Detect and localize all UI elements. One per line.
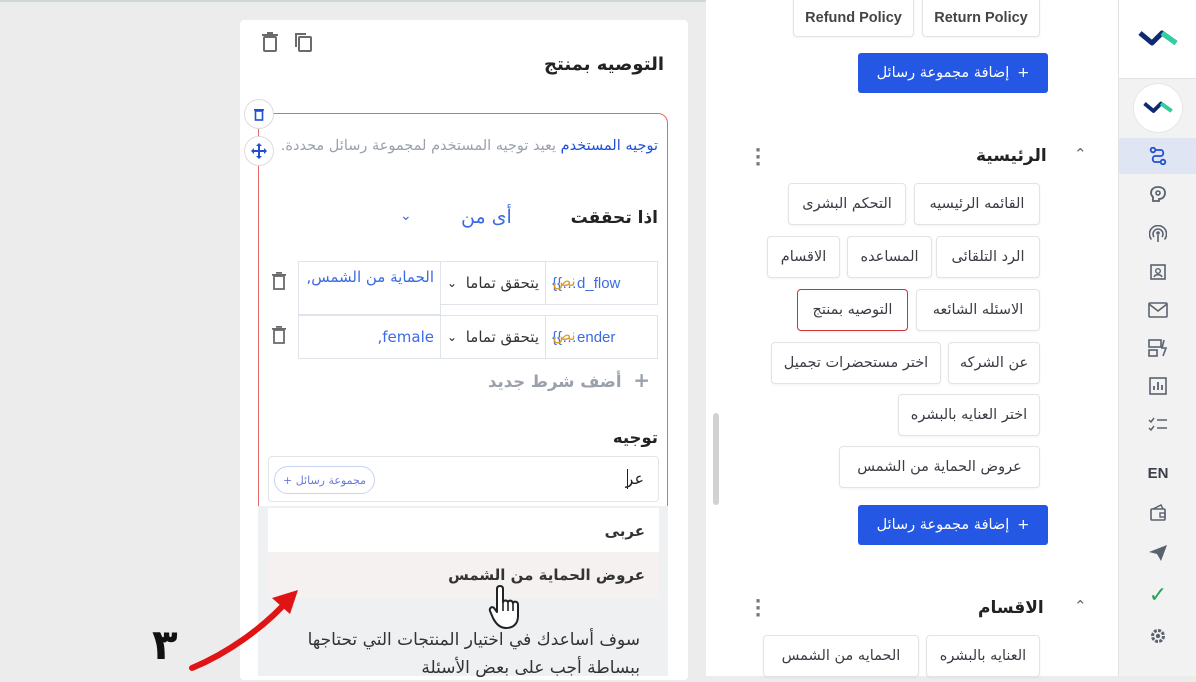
menu-chip[interactable]: التحكم البشرى bbox=[788, 183, 906, 225]
chevron-up-icon[interactable]: ⌃ bbox=[1074, 145, 1087, 163]
menu-chip[interactable]: الاسئله الشائعه bbox=[916, 289, 1040, 331]
delete-condition-icon[interactable] bbox=[272, 326, 286, 349]
plus-icon: + bbox=[1017, 65, 1030, 81]
brain-icon[interactable] bbox=[1119, 176, 1196, 212]
wallet-icon[interactable] bbox=[1119, 495, 1196, 531]
suggestion-item-hovered[interactable]: عروض الحماية من الشمس bbox=[268, 552, 659, 598]
kebab-menu-icon[interactable]: · · · bbox=[754, 593, 762, 625]
redirect-input[interactable]: + مجموعة رسائل عر bbox=[268, 456, 659, 502]
menu-chip[interactable]: الرد التلقائى bbox=[936, 236, 1040, 278]
menu-chip[interactable]: الحمايه من الشمس bbox=[763, 635, 919, 677]
delete-block-icon[interactable] bbox=[244, 99, 274, 129]
chevron-up-icon[interactable]: ⌃ bbox=[1074, 597, 1087, 615]
duplicate-node-icon[interactable] bbox=[294, 32, 312, 57]
annotation-step-number: ٣ bbox=[152, 620, 178, 669]
avatar[interactable] bbox=[1134, 84, 1182, 132]
condition-operator-select[interactable]: ⌄ يتحقق تماما bbox=[440, 315, 546, 359]
menu-chip[interactable]: المساعده bbox=[847, 236, 932, 278]
contact-card-icon[interactable] bbox=[1119, 254, 1196, 290]
check-icon[interactable]: ✓ bbox=[1119, 577, 1196, 613]
add-group-label: إضافة مجموعة رسائل bbox=[876, 65, 1010, 81]
hand-pointer-icon bbox=[488, 584, 526, 634]
send-icon[interactable] bbox=[1119, 535, 1196, 571]
menu-chip[interactable]: الاقسام bbox=[767, 236, 840, 278]
text-caret bbox=[627, 469, 628, 489]
variable-type-tag: نص bbox=[553, 272, 576, 290]
condition-value-field[interactable]: female, bbox=[298, 315, 441, 359]
checklist-icon[interactable] bbox=[1119, 406, 1196, 442]
form-icon[interactable] bbox=[1119, 330, 1196, 366]
chevron-down-icon: ⌄ bbox=[447, 276, 458, 290]
suggestion-item[interactable]: عربى bbox=[268, 508, 659, 554]
node-title: التوصيه بمنتج bbox=[544, 54, 664, 75]
operator-text: يتحقق تماما bbox=[465, 274, 539, 292]
kebab-menu-icon[interactable]: · · · bbox=[754, 142, 762, 174]
delete-condition-icon[interactable] bbox=[272, 272, 286, 295]
menu-chip[interactable]: عروض الحماية من الشمس bbox=[839, 446, 1040, 488]
section-title: الرئيسية bbox=[976, 146, 1047, 166]
add-message-group-button[interactable]: إضافة مجموعة رسائل + bbox=[858, 505, 1048, 545]
match-mode-select[interactable]: أى من bbox=[461, 206, 512, 228]
block-description: توجيه المستخدم يعيد توجيه المستخدم لمجمو… bbox=[270, 134, 658, 159]
value-text: الحماية من الشمس, bbox=[306, 268, 434, 286]
add-group-label: إضافة مجموعة رسائل bbox=[876, 517, 1010, 533]
menu-chip[interactable]: اختر العنايه بالبشره bbox=[898, 394, 1040, 436]
menu-chip[interactable]: Refund Policy bbox=[793, 0, 914, 37]
chevron-down-icon[interactable]: ⌄ bbox=[400, 208, 412, 224]
plus-icon: + bbox=[1017, 517, 1030, 533]
add-message-group-button[interactable]: إضافة مجموعة رسائل + bbox=[858, 53, 1048, 93]
annotation-arrow bbox=[186, 588, 306, 676]
mail-icon[interactable] bbox=[1119, 292, 1196, 328]
menu-chip[interactable]: اختر مستحضرات تجميل bbox=[771, 342, 941, 384]
flow-icon[interactable] bbox=[1119, 138, 1196, 174]
gear-icon[interactable] bbox=[1119, 618, 1196, 654]
redirect-label: توجيه bbox=[612, 428, 658, 447]
plus-icon: + bbox=[633, 368, 651, 392]
if-label: اذا تحققت bbox=[570, 208, 658, 228]
message-group-chip[interactable]: + مجموعة رسائل bbox=[274, 466, 375, 494]
menu-chip[interactable]: العنايه بالبشره bbox=[926, 635, 1040, 677]
language-toggle[interactable]: EN bbox=[1119, 455, 1196, 491]
add-condition-button[interactable]: أضف شرط جديد + bbox=[488, 368, 650, 392]
broadcast-icon[interactable] bbox=[1119, 216, 1196, 252]
description-text: يعيد توجيه المستخدم لمجموعة رسائل محددة. bbox=[280, 138, 561, 154]
condition-value-field[interactable]: الحماية من الشمس, bbox=[298, 261, 441, 315]
menu-chip[interactable]: عن الشركه bbox=[948, 342, 1040, 384]
message-preview-text: سوف أساعدك في اختيار المنتجات التي تحتاج… bbox=[307, 630, 640, 678]
suggestions-dropdown: عربى عروض الحماية من الشمس سوف أساعدك في… bbox=[258, 506, 668, 678]
menus-panel bbox=[706, 0, 1118, 676]
variable-type-tag: نص bbox=[553, 326, 576, 344]
add-condition-label: أضف شرط جديد bbox=[488, 372, 622, 391]
section-title: الاقسام bbox=[978, 598, 1044, 618]
delete-node-icon[interactable] bbox=[262, 32, 278, 57]
brand-logo[interactable] bbox=[1119, 0, 1196, 79]
chart-icon[interactable] bbox=[1119, 368, 1196, 404]
description-link[interactable]: توجيه المستخدم bbox=[561, 138, 658, 154]
condition-operator-select[interactable]: ⌄ يتحقق تماما bbox=[440, 261, 546, 305]
value-text: female, bbox=[377, 328, 435, 346]
menu-chip[interactable]: Return Policy bbox=[922, 0, 1040, 37]
scrollbar-thumb[interactable] bbox=[713, 413, 719, 505]
redirect-typed-text: عر bbox=[625, 469, 644, 488]
app-rail: EN ✓ bbox=[1118, 0, 1196, 676]
menu-chip-selected[interactable]: التوصيه بمنتج bbox=[797, 289, 908, 331]
chevron-down-icon: ⌄ bbox=[447, 330, 458, 344]
operator-text: يتحقق تماما bbox=[465, 328, 539, 346]
menu-chip[interactable]: القائمه الرئيسيه bbox=[914, 183, 1040, 225]
